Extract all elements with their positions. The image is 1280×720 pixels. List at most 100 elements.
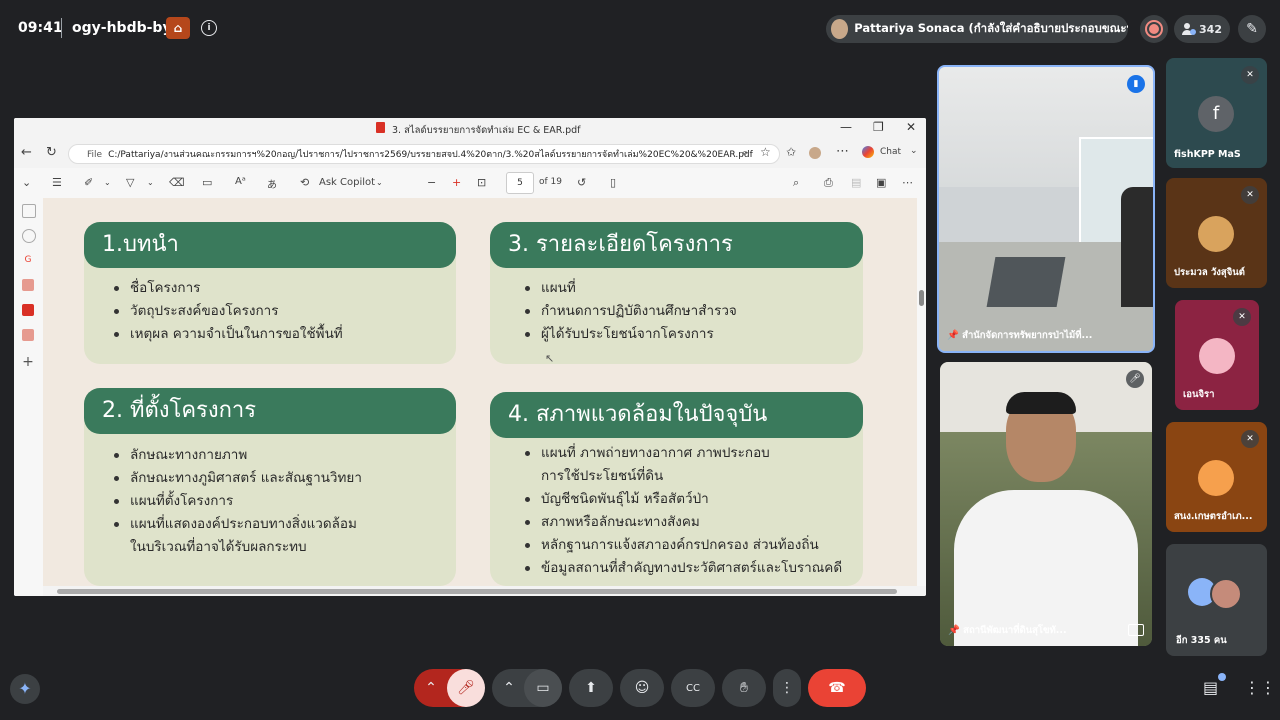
horizontal-scrollbar[interactable] xyxy=(43,586,926,596)
copilot-icon[interactable] xyxy=(862,146,874,158)
participant-tile-enjira[interactable]: ✕ เอนจิรา xyxy=(1175,300,1259,410)
chat-icon[interactable]: ▤ xyxy=(1203,678,1218,697)
pdf-tab-icon[interactable] xyxy=(22,279,34,291)
more-icon[interactable]: ⋯ xyxy=(836,144,849,159)
favorite-star-icon[interactable]: ☆ xyxy=(760,145,771,159)
add-tab-icon[interactable]: + xyxy=(22,355,34,369)
scroll-thumb[interactable] xyxy=(57,589,897,594)
info-icon[interactable]: i xyxy=(201,20,217,36)
avatar xyxy=(1198,216,1234,252)
vertical-scrollbar[interactable] xyxy=(917,198,926,586)
section-list: แผนที่ กำหนดการปฏิบัติงานศึกษาสำรวจ ผู้ไ… xyxy=(525,277,737,346)
section-title: 4. สภาพแวดล้อมในปัจจุบัน xyxy=(490,392,863,438)
raise-hand-button[interactable]: ✋︎ xyxy=(722,669,766,707)
address-bar[interactable]: File C:/Pattariya/งานส่วนคณะกรรมการฯ%20กอ… xyxy=(68,144,780,164)
back-icon[interactable]: ← xyxy=(21,145,32,160)
copilot-small-icon[interactable]: ⟲ xyxy=(300,176,309,189)
zoom-out-icon[interactable]: − xyxy=(427,176,436,189)
present-button[interactable]: ⬆ xyxy=(569,669,613,707)
scroll-thumb[interactable] xyxy=(919,290,924,306)
section-card-project-details: 3. รายละเอียดโครงการ แผนที่ กำหนดการปฏิบ… xyxy=(490,222,863,364)
divider xyxy=(61,18,62,38)
participant-tile-prasan[interactable]: ✕ ประมวล วังสุจินต์ xyxy=(1166,178,1267,288)
participant-tile-fish[interactable]: f ✕ fishKPP MaS xyxy=(1166,58,1267,168)
file-path: C:/Pattariya/งานส่วนคณะกรรมการฯ%20กอญ/ไป… xyxy=(108,150,753,160)
favorites-icon[interactable]: ✩ xyxy=(786,145,796,159)
highlight-icon[interactable]: ✐ xyxy=(84,176,93,189)
mic-off-icon: ✕ xyxy=(1233,308,1251,326)
page-view-icon[interactable]: ▯ xyxy=(610,176,616,189)
list-item: แผนที่ ภาพถ่ายทางอากาศ ภาพประกอบ xyxy=(525,442,842,465)
close-icon[interactable]: ✕ xyxy=(906,120,916,134)
captions-button[interactable]: CC xyxy=(671,669,715,707)
ask-copilot-button[interactable]: Ask Copilot xyxy=(319,177,375,188)
record-icon xyxy=(1147,22,1161,36)
draw-icon[interactable]: ▽ xyxy=(126,176,134,189)
save-icon[interactable]: ▤ xyxy=(851,176,861,189)
file-label: File xyxy=(87,150,103,160)
contents-icon[interactable]: ☰ xyxy=(52,176,62,189)
chevron-down-icon[interactable]: ⌄ xyxy=(104,178,111,187)
activities-grid-icon[interactable]: ⋮⋮ xyxy=(1244,678,1276,697)
page-number-input[interactable]: 5 xyxy=(506,172,534,194)
chevron-down-icon[interactable]: ⌄ xyxy=(376,178,383,187)
pip-icon[interactable] xyxy=(1128,624,1144,636)
profile-avatar[interactable] xyxy=(809,147,821,159)
meeting-app-icon: ⌂ xyxy=(166,17,190,39)
read-aloud-icon[interactable]: Aᵃ xyxy=(235,176,246,187)
presenter-chip[interactable]: Pattariya Sonaca (กำลังใส่คำอธิบายประกอบ… xyxy=(826,15,1128,43)
person-silhouette xyxy=(1121,187,1153,307)
search-icon[interactable]: ⌕ xyxy=(793,176,799,190)
list-item: ผู้ได้รับประโยชน์จากโครงการ xyxy=(525,323,737,346)
participant-name: สนง.เกษตรอำเภ... xyxy=(1174,511,1253,522)
globe-icon[interactable] xyxy=(22,229,36,243)
translate-icon[interactable]: あ xyxy=(267,176,277,191)
laptop xyxy=(986,257,1066,307)
pdf-tab-icon[interactable] xyxy=(22,329,34,341)
people-button[interactable]: 342 xyxy=(1174,15,1230,43)
participant-name: fishKPP MaS xyxy=(1174,149,1241,160)
restore-icon[interactable]: ❐ xyxy=(873,120,884,134)
participant-tile-man[interactable]: 🎤︎ 📌 สถานีพัฒนาที่ดินสุโขทั... xyxy=(940,362,1152,646)
pdf-slide: 1.บทนำ ชื่อโครงการ วัตถุประสงค์ของโครงกา… xyxy=(43,198,917,586)
list-item: ชื่อโครงการ xyxy=(114,277,343,300)
mic-off-button[interactable]: 🎤︎ xyxy=(447,669,485,707)
zoom-icon[interactable]: ⌕ xyxy=(742,146,748,160)
chat-label[interactable]: Chat xyxy=(880,147,901,157)
end-call-button[interactable]: ☎ xyxy=(808,669,866,707)
refresh-icon[interactable]: ↻ xyxy=(46,145,57,160)
list-item: แผนที่ xyxy=(525,277,737,300)
others-count: อีก 335 คน xyxy=(1176,635,1227,646)
list-item: เหตุผล ความจำเป็นในการขอใช้พื้นที่ xyxy=(114,323,343,346)
camera-button[interactable]: ▭ xyxy=(524,669,562,707)
fit-page-icon[interactable]: ⊡ xyxy=(477,176,486,189)
print-icon[interactable]: ⎙ xyxy=(824,176,833,190)
sidebar-tab-icon[interactable] xyxy=(22,204,36,218)
pdf-tab-active-icon[interactable] xyxy=(22,304,34,316)
gemini-icon[interactable]: ✦ xyxy=(10,674,40,704)
pdf-file-icon xyxy=(376,122,385,133)
save-as-icon[interactable]: ▣ xyxy=(876,176,886,189)
section-title: 3. รายละเอียดโครงการ xyxy=(490,222,863,268)
section-title: 2. ที่ตั้งโครงการ xyxy=(84,388,456,434)
chevron-down-icon[interactable]: ⌄ xyxy=(910,146,918,156)
shared-screen-window: 3. สไลด์บรรยายการจัดทำเล่ม EC & EAR.pdf … xyxy=(14,118,926,596)
participant-tile-office[interactable]: ✕ สนง.เกษตรอำเภ... xyxy=(1166,422,1267,532)
rotate-icon[interactable]: ↺ xyxy=(577,176,586,189)
chevron-down-icon[interactable]: ⌄ xyxy=(147,178,154,187)
participant-name: 📌 สำนักจัดการทรัพยากรป่าไม้ที่... xyxy=(947,330,1093,341)
collapse-icon[interactable]: ⌄ xyxy=(22,176,31,189)
text-box-icon[interactable]: ▭ xyxy=(202,176,212,189)
eraser-icon[interactable]: ⌫ xyxy=(169,176,185,189)
google-icon[interactable]: G xyxy=(22,254,34,266)
zoom-in-icon[interactable]: + xyxy=(452,176,461,189)
more-icon[interactable]: ⋯ xyxy=(902,176,913,189)
emoji-button[interactable]: ☺ xyxy=(620,669,664,707)
more-options-button[interactable]: ⋮ xyxy=(773,669,801,707)
minimize-icon[interactable]: — xyxy=(840,120,852,134)
participant-tile-others[interactable]: อีก 335 คน xyxy=(1166,544,1267,656)
recording-button[interactable] xyxy=(1140,15,1168,43)
participant-tile-room[interactable]: ▮ 📌 สำนักจัดการทรัพยากรป่าไม้ที่... xyxy=(937,65,1155,353)
mic-off-icon: ✕ xyxy=(1241,430,1259,448)
host-controls-icon[interactable]: ✎ xyxy=(1238,15,1266,43)
